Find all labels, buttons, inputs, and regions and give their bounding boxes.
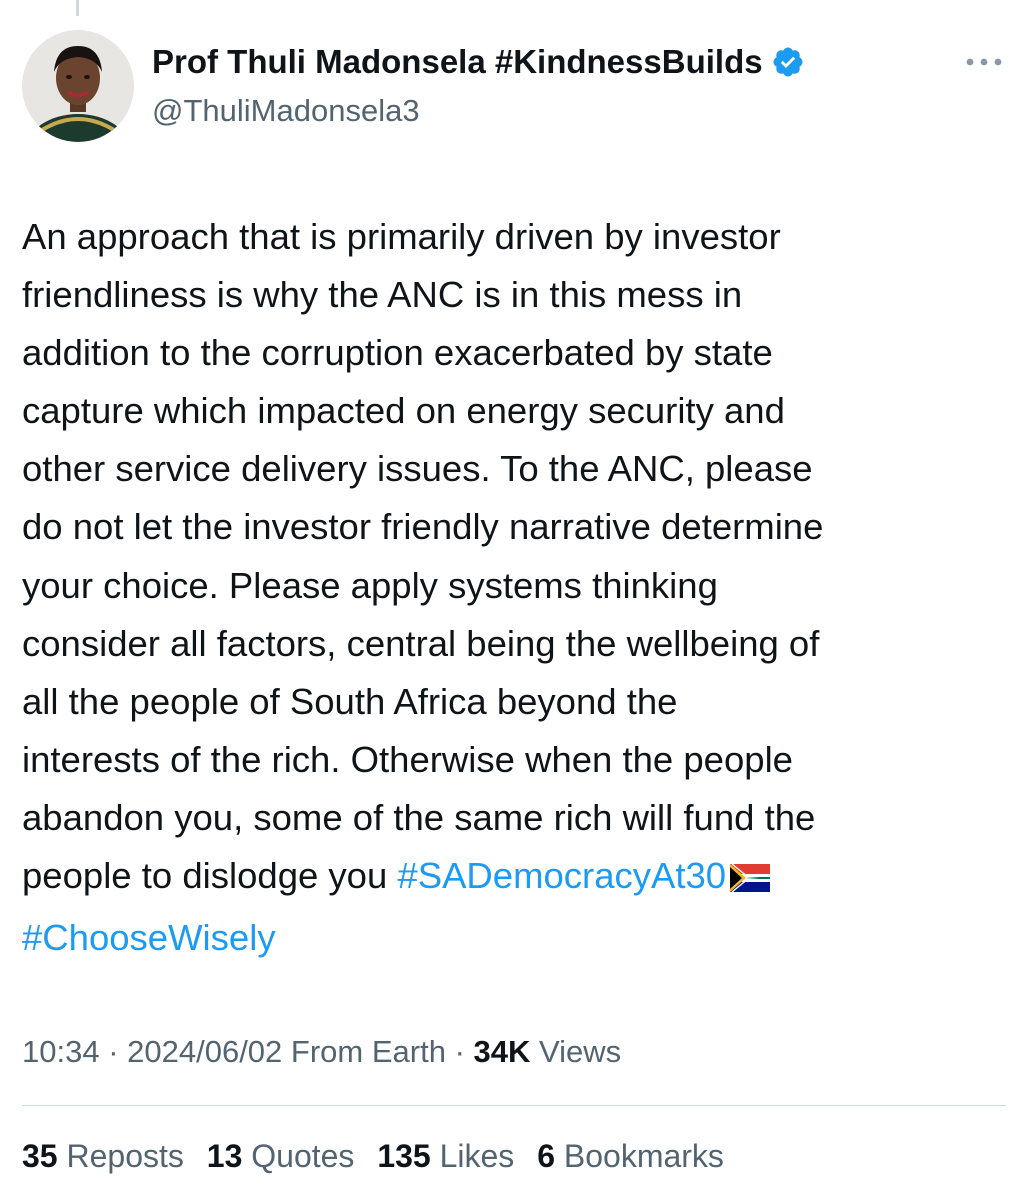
tweet-text-line: An approach that is primarily driven by …	[22, 216, 781, 257]
tweet-location: From Earth	[282, 1034, 446, 1069]
bookmarks-count: 6	[537, 1138, 555, 1174]
engagement-stats: 35 Reposts 13 Quotes 135 Likes 6 Bookmar…	[22, 1134, 738, 1178]
likes-count: 135	[377, 1138, 431, 1174]
tweet-text-line: do not let the investor friendly narrati…	[22, 506, 824, 548]
hashtag-link-sademocracyat30[interactable]: #SADemocracyAt30	[397, 855, 726, 896]
tweet-metadata: 10:34 · 2024/06/02 From Earth · 34K View…	[22, 1030, 621, 1074]
tweet-date[interactable]: 2024/06/02	[127, 1034, 282, 1069]
tweet-text-line: capture which impacted on energy securit…	[22, 390, 785, 432]
quotes-count: 13	[206, 1138, 243, 1174]
tweet-text-line: interests of the rich. Otherwise when th…	[22, 738, 793, 780]
tweet-text-line: people to dislodge you	[22, 855, 398, 897]
tweet-text-line: all the people of South Africa beyond th…	[22, 680, 678, 722]
more-horizontal-icon[interactable]	[962, 44, 1006, 80]
stats-divider	[22, 1105, 1006, 1106]
tweet-text-line: abandon you, some of the same rich will …	[22, 796, 816, 838]
author-display-name[interactable]: Prof Thuli Madonsela #KindnessBuilds	[152, 40, 763, 84]
quotes-stat[interactable]: 13 Quotes	[207, 1134, 355, 1178]
tweet-text-line: your choice. Please apply systems thinki…	[22, 564, 718, 606]
author-handle[interactable]: @ThuliMadonsela3	[152, 90, 420, 132]
reposts-label: Reposts	[66, 1138, 184, 1174]
meta-separator: ·	[99, 1034, 128, 1069]
views-count[interactable]: 34K	[474, 1034, 531, 1069]
likes-label: Likes	[439, 1138, 515, 1174]
views-label[interactable]: Views	[530, 1034, 621, 1069]
south-africa-flag-emoji	[730, 851, 771, 909]
tweet-text-line: other service delivery issues. To the AN…	[22, 448, 813, 490]
reposts-stat[interactable]: 35 Reposts	[22, 1134, 184, 1178]
meta-separator: ·	[445, 1034, 474, 1069]
tweet-text-line: addition to the corruption exacerbated b…	[22, 332, 773, 374]
quotes-label: Quotes	[251, 1138, 355, 1174]
profile-avatar[interactable]	[22, 30, 134, 142]
reposts-count: 35	[22, 1138, 58, 1174]
bookmarks-label: Bookmarks	[563, 1138, 724, 1174]
author-name-row: Prof Thuli Madonsela #KindnessBuilds	[152, 40, 805, 84]
likes-stat[interactable]: 135 Likes	[377, 1134, 514, 1178]
tweet-time[interactable]: 10:34	[22, 1034, 100, 1069]
tweet-body: An approach that is primarily driven by …	[22, 208, 1012, 967]
tweet-text-line: consider all factors, central being the …	[22, 622, 820, 664]
thread-connector-line	[76, 0, 79, 16]
avatar-image	[22, 30, 134, 142]
verified-badge-icon[interactable]	[771, 45, 805, 79]
hashtag-link-choosewisely[interactable]: #ChooseWisely	[22, 917, 276, 958]
bookmarks-stat[interactable]: 6 Bookmarks	[537, 1134, 724, 1178]
tweet-text-line: friendliness is why the ANC is in this m…	[22, 274, 743, 316]
